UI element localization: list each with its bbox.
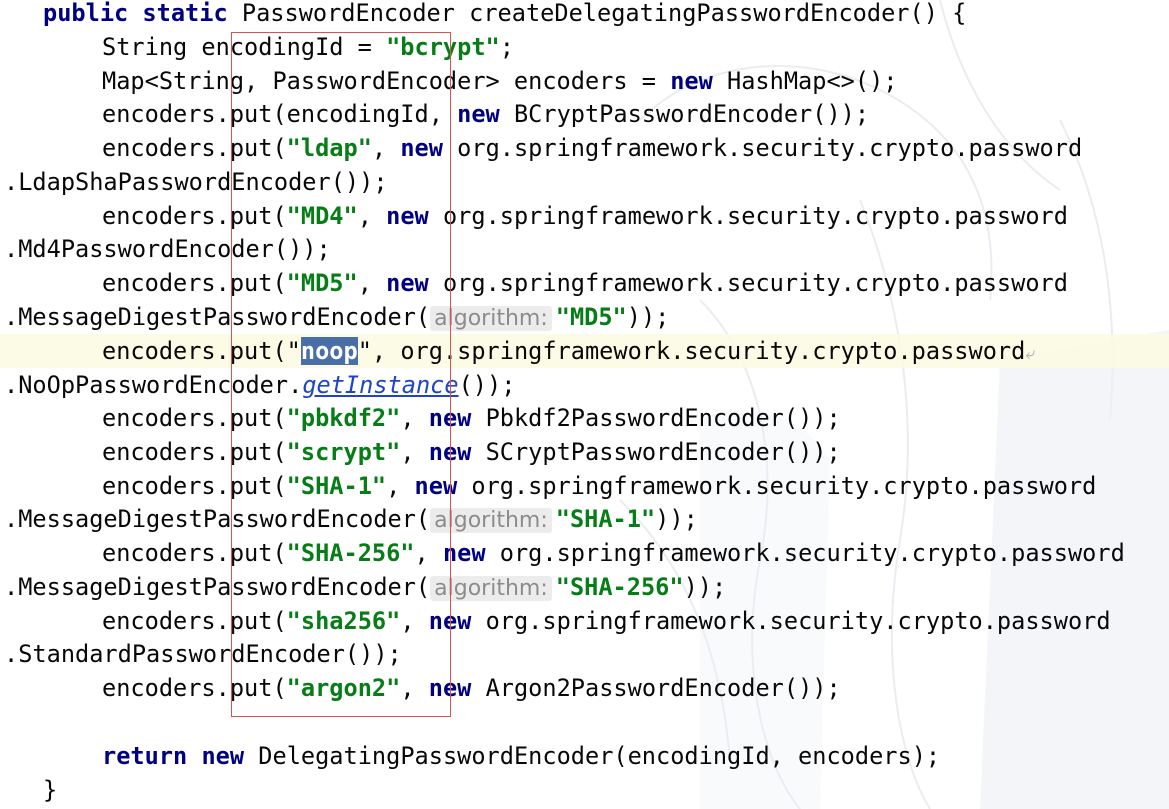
keyword: new: [201, 742, 245, 770]
code-text: ));: [626, 303, 670, 331]
code-text: HashMap<>();: [712, 67, 898, 95]
code-text: org.springframework.security.crypto.pass…: [428, 269, 1068, 297]
code-text: ;: [499, 33, 514, 61]
code-line-put-sha256-upper: encoders.put("SHA-256", new org.springfr…: [0, 536, 1169, 570]
string-literal: "MD5": [555, 303, 627, 331]
code-line-put-sha1: encoders.put("SHA-1", new org.springfram…: [0, 469, 1169, 503]
code-text: org.springframework.security.crypto.pass…: [442, 134, 1083, 162]
code-text: Pbkdf2PasswordEncoder());: [471, 404, 841, 432]
code-text: org.springframework.security.crypto.pass…: [485, 539, 1125, 567]
code-text: Argon2PasswordEncoder());: [471, 674, 841, 702]
code-line-put-sha256-lower: encoders.put("sha256", new org.springfra…: [0, 604, 1169, 638]
keyword: new: [670, 67, 713, 95]
code-text: }: [43, 776, 58, 804]
code-text: DelegatingPasswordEncoder(encodingId, en…: [244, 742, 941, 770]
code-text: ", org.springframework.security.crypto.p…: [357, 337, 1026, 365]
code-line-put-argon2: encoders.put("argon2", new Argon2Passwor…: [0, 671, 1169, 705]
soft-wrap-icon: ⤶: [1025, 344, 1035, 364]
code-line-return: return new DelegatingPasswordEncoder(enc…: [0, 739, 1169, 773]
code-line-put-bcrypt: encoders.put(encodingId, new BCryptPassw…: [0, 97, 1169, 131]
string-literal: "SHA-1": [555, 505, 656, 533]
keyword: public static: [43, 0, 228, 27]
keyword: return: [102, 742, 188, 770]
code-editor[interactable]: public static PasswordEncoder createDele…: [0, 0, 1169, 809]
code-line-md5-continuation: .MessageDigestPasswordEncoder(algorithm:…: [0, 300, 1169, 334]
code-line-method-signature: public static PasswordEncoder createDele…: [0, 0, 1169, 30]
code-line-put-scrypt: encoders.put("scrypt", new SCryptPasswor…: [0, 435, 1169, 469]
code-text: org.springframework.security.crypto.pass…: [457, 472, 1097, 500]
code-line-noop-continuation: .NoOpPasswordEncoder.getInstance());: [0, 368, 1169, 402]
code-line-ldap-continuation: .LdapShaPasswordEncoder());: [0, 165, 1169, 199]
code-line-standard-continuation: .StandardPasswordEncoder());: [0, 637, 1169, 671]
code-line-md4-continuation: .Md4PasswordEncoder());: [0, 232, 1169, 266]
annotation-highlight-box: [231, 32, 451, 717]
code-line-put-md4: encoders.put("MD4", new org.springframew…: [0, 199, 1169, 233]
code-text: SCryptPasswordEncoder());: [471, 438, 841, 466]
code-line-put-ldap: encoders.put("ldap", new org.springframe…: [0, 131, 1169, 165]
code-text: ));: [655, 505, 698, 533]
code-text: PasswordEncoder createDelegatingPassword…: [227, 0, 967, 27]
code-text: ());: [458, 371, 516, 399]
code-line-put-md5: encoders.put("MD5", new org.springframew…: [0, 266, 1169, 300]
string-literal: "SHA-256": [555, 573, 684, 601]
code-text: ));: [683, 573, 727, 601]
code-text: org.springframework.security.crypto.pass…: [471, 607, 1111, 635]
code-line-closing-brace: }: [0, 773, 1169, 807]
code-line-put-noop-current: encoders.put("noop", org.springframework…: [0, 334, 1169, 368]
code-line-encoding-id: String encodingId = "bcrypt";: [0, 30, 1169, 64]
keyword: new: [457, 100, 500, 128]
code-text: org.springframework.security.crypto.pass…: [428, 202, 1068, 230]
code-line-put-pbkdf2: encoders.put("pbkdf2", new Pbkdf2Passwor…: [0, 401, 1169, 435]
code-line-encoders-map: Map<String, PasswordEncoder> encoders = …: [0, 64, 1169, 98]
code-line-sha1-continuation: .MessageDigestPasswordEncoder(algorithm:…: [0, 502, 1169, 536]
code-text: BCryptPasswordEncoder());: [499, 100, 870, 128]
code-line-sha256-continuation: .MessageDigestPasswordEncoder(algorithm:…: [0, 570, 1169, 604]
